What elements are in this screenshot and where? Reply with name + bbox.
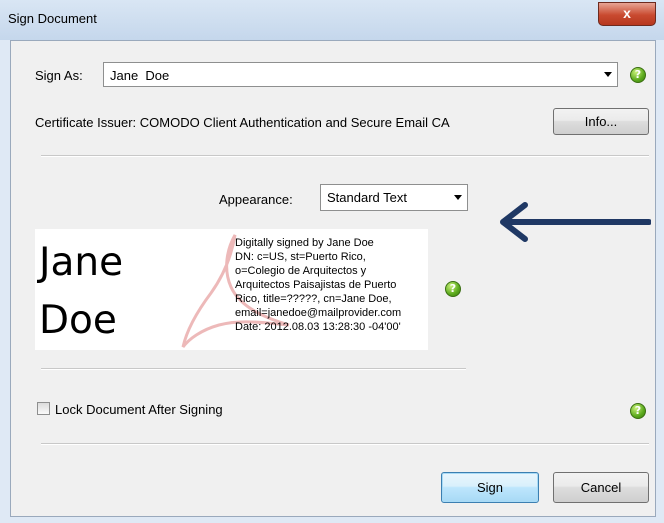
signature-detail-line: Digitally signed by Jane Doe [235,237,374,249]
divider [41,368,466,370]
certificate-issuer-text: Certificate Issuer: COMODO Client Authen… [35,115,450,130]
signature-detail-line: DN: c=US, st=Puerto Rico, [235,251,366,263]
lock-document-label: Lock Document After Signing [55,402,223,417]
chevron-down-icon [599,63,617,86]
signature-name-line2: Doe [39,298,117,343]
close-icon: x [623,5,631,21]
signature-detail-line: Rico, title=?????, cn=Jane Doe, [235,293,392,305]
appearance-help-icon[interactable]: ? [445,281,461,297]
lock-help-icon[interactable]: ? [630,403,646,419]
sign-button[interactable]: Sign [441,472,539,503]
cancel-button-label: Cancel [580,480,622,495]
title-bar[interactable]: Sign Document x [0,0,664,40]
info-button-label: Info... [584,114,618,129]
cancel-button[interactable]: Cancel [553,472,649,503]
signature-detail-line: Arquitectos Paisajistas de Puerto [235,279,397,291]
sign-as-value: Jane Doe [110,68,170,83]
signature-details: Digitally signed by Jane Doe DN: c=US, s… [235,236,401,334]
chevron-down-icon [449,185,467,210]
close-button[interactable]: x [598,2,656,26]
annotation-arrow-icon [500,202,651,242]
dialog-title: Sign Document [8,11,97,26]
appearance-value: Standard Text [327,190,407,205]
appearance-dropdown[interactable]: Standard Text [320,184,468,211]
signature-preview: Jane Doe Digitally signed by Jane Doe DN… [35,229,428,350]
sign-as-help-icon[interactable]: ? [630,67,646,83]
signature-detail-line: email=janedoe@mailprovider.com [235,307,402,319]
dialog-body: Sign As: Jane Doe ? Certificate Issuer: … [10,40,656,517]
sign-as-dropdown[interactable]: Jane Doe [103,62,618,87]
signature-name-line1: Jane [39,240,124,285]
appearance-label: Appearance: [219,192,293,207]
divider [41,155,649,157]
sign-as-label: Sign As: [35,68,83,83]
divider [41,443,649,445]
sign-document-dialog: Sign Document x Sign As: Jane Doe ? Cert… [0,0,664,523]
sign-button-label: Sign [476,480,504,495]
info-button[interactable]: Info... [553,108,649,135]
signature-detail-line: o=Colegio de Arquitectos y [235,265,367,277]
signature-detail-line: Date: 2012.08.03 13:28:30 -04'00' [235,321,401,333]
lock-document-checkbox[interactable] [37,402,50,415]
